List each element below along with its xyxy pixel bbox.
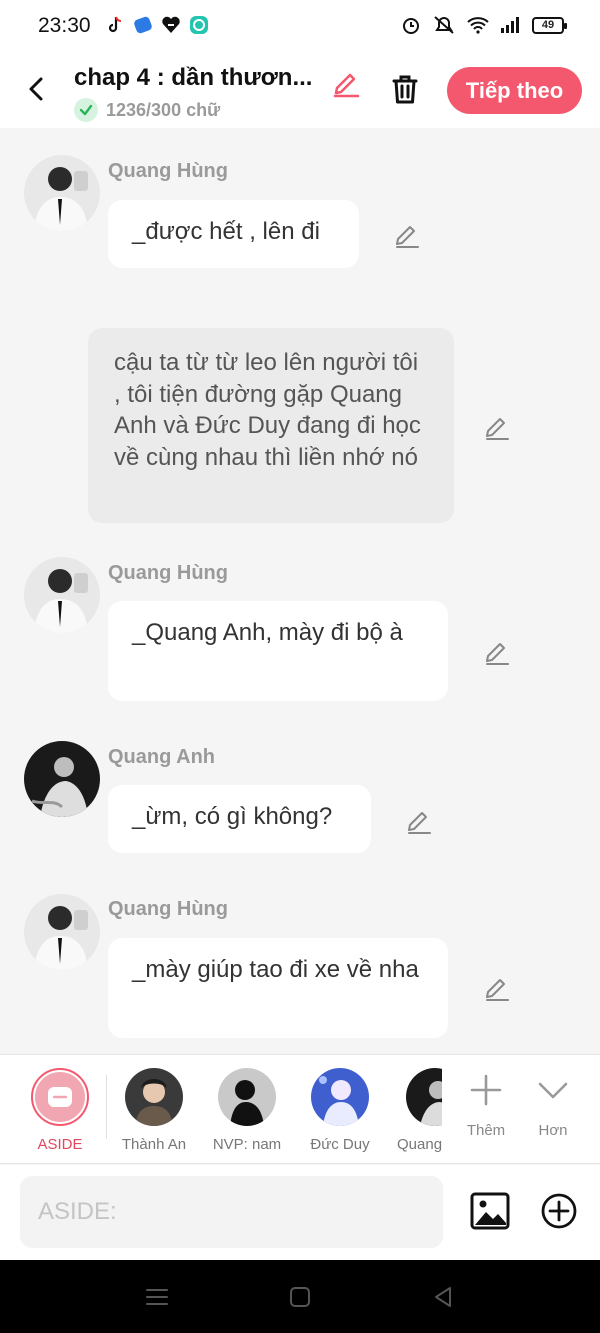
message-bubble[interactable]: _được hết , lên đi	[108, 200, 359, 268]
edit-title-pencil-icon[interactable]	[330, 66, 362, 98]
character-label: NVP: nam	[212, 1136, 282, 1153]
character-quang[interactable]: Quang	[388, 1068, 442, 1153]
avatar-quang-hung[interactable]	[24, 557, 100, 633]
edit-message-pencil-icon[interactable]	[393, 220, 421, 248]
character-label: Thành An	[121, 1136, 187, 1153]
editor-header: chap 4 : dần thươn... 1236/300 chữ Tiếp …	[0, 52, 600, 128]
add-character-label: Thêm	[466, 1122, 506, 1139]
avatar-quang-hung[interactable]	[24, 155, 100, 231]
aside-bubble[interactable]: cậu ta từ từ leo lên người tôi , tôi tiệ…	[88, 328, 454, 523]
message-input[interactable]	[20, 1176, 443, 1248]
edit-message-pencil-icon[interactable]	[483, 637, 511, 665]
next-button[interactable]: Tiếp theo	[447, 67, 582, 114]
edit-message-pencil-icon[interactable]	[483, 973, 511, 1001]
signal-icon	[501, 17, 519, 33]
back-triangle-icon[interactable]	[430, 1284, 456, 1310]
chat-app-icon	[190, 16, 208, 34]
message-sender-name: Quang Hùng	[108, 562, 228, 584]
status-time: 23:30	[38, 14, 91, 37]
character-aside[interactable]: ASIDE	[15, 1068, 105, 1153]
selector-divider	[106, 1075, 107, 1139]
avatar-quang-anh[interactable]	[24, 741, 100, 817]
alarm-icon	[403, 18, 419, 34]
add-character-button[interactable]: Thêm	[459, 1069, 513, 1139]
battery-icon: 49	[532, 16, 567, 34]
character-selector-bar: ASIDE Thành An NVP: nam Đức Duy Quang Th…	[0, 1054, 600, 1164]
edit-message-pencil-icon[interactable]	[483, 412, 511, 440]
message-sender-name: Quang Hùng	[108, 898, 228, 920]
character-thanh-an[interactable]: Thành An	[109, 1068, 199, 1153]
trash-icon[interactable]	[388, 72, 422, 106]
status-app-icons	[104, 14, 210, 36]
check-icon	[74, 98, 98, 122]
avatar	[311, 1068, 369, 1126]
wifi-icon	[467, 17, 489, 34]
character-label: ASIDE	[37, 1136, 83, 1153]
message-bubble[interactable]: _Quang Anh, mày đi bộ à	[108, 601, 448, 701]
word-count: 1236/300 chữ	[106, 99, 221, 120]
aside-selected-ring	[31, 1068, 89, 1126]
image-icon[interactable]	[470, 1191, 510, 1231]
message-bubble[interactable]: _mày giúp tao đi xe về nha	[108, 938, 448, 1038]
avatar	[218, 1068, 276, 1126]
composer-bar	[0, 1165, 600, 1260]
chevron-down-icon	[538, 1082, 568, 1099]
more-characters-label: Hơn	[538, 1122, 568, 1139]
character-nvp-nam[interactable]: NVP: nam	[202, 1068, 292, 1153]
status-bar: 23:30 49	[0, 0, 600, 52]
word-count-row: 1236/300 chữ	[74, 98, 220, 122]
chat-area[interactable]: Quang Hùng _được hết , lên đi cậu ta từ …	[0, 128, 600, 1054]
character-label: Đức Duy	[310, 1136, 370, 1153]
more-characters-button[interactable]: Hơn	[526, 1069, 580, 1139]
aside-icon	[35, 1072, 85, 1122]
avatar	[125, 1068, 183, 1126]
home-icon[interactable]	[287, 1284, 313, 1310]
message-sender-name: Quang Anh	[108, 746, 216, 768]
avatar-quang-hung[interactable]	[24, 894, 100, 970]
character-duc-duy[interactable]: Đức Duy	[295, 1068, 385, 1153]
heart-app-icon	[162, 16, 180, 33]
message-bubble[interactable]: _ừm, có gì không?	[108, 785, 371, 853]
add-circle-icon[interactable]	[540, 1192, 578, 1230]
message-sender-name: Quang Hùng	[108, 160, 228, 182]
character-label: Quang	[397, 1136, 442, 1153]
edit-message-pencil-icon[interactable]	[405, 806, 433, 834]
back-arrow-icon[interactable]	[22, 74, 52, 104]
plus-icon	[470, 1074, 502, 1106]
blue-app-icon	[134, 16, 152, 34]
chapter-title[interactable]: chap 4 : dần thươn...	[74, 64, 326, 92]
mute-icon	[434, 16, 454, 34]
tiktok-icon	[108, 16, 122, 33]
menu-icon[interactable]	[144, 1284, 170, 1310]
avatar	[406, 1068, 442, 1126]
system-nav-bar	[0, 1260, 600, 1333]
status-system-icons: 49	[400, 14, 567, 36]
